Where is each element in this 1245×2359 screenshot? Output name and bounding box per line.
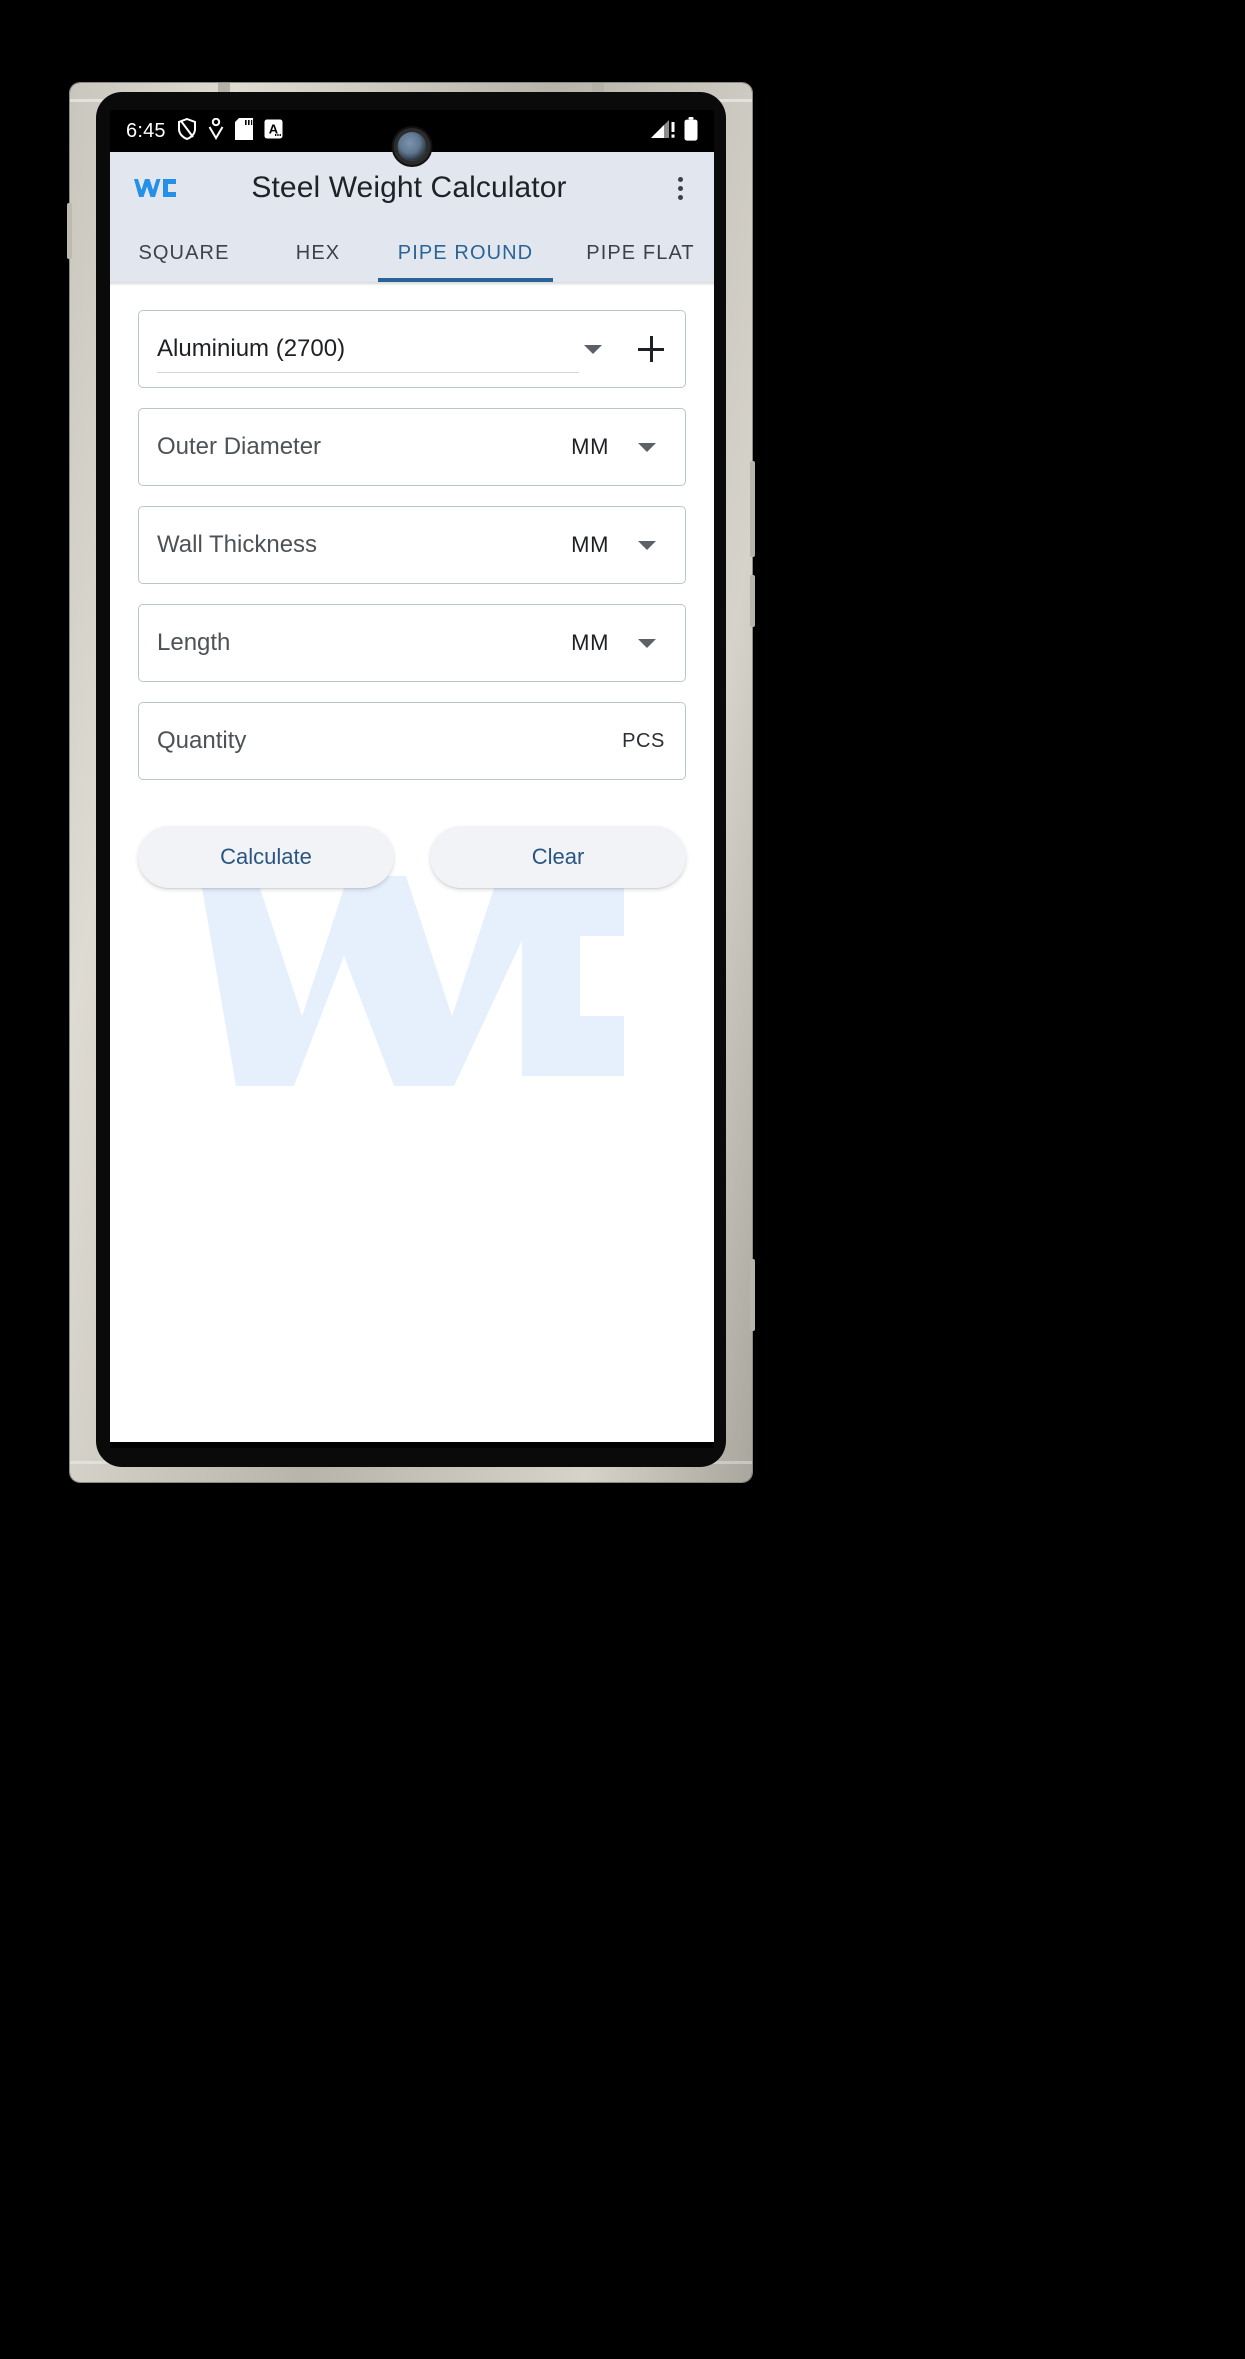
clear-button[interactable]: Clear (430, 826, 686, 888)
material-value: Aluminium (2700) (157, 335, 346, 362)
material-underline (157, 372, 579, 373)
volume-up-button[interactable] (750, 461, 755, 557)
status-bar-right (650, 110, 698, 152)
wall-thickness-input[interactable]: Wall Thickness (157, 533, 571, 557)
quantity-field[interactable]: Quantity PCS (138, 702, 686, 780)
a-badge-icon: A (264, 119, 283, 144)
front-camera-punch-hole (397, 132, 427, 161)
outer-diameter-unit: MM (571, 434, 609, 459)
length-field[interactable]: Length MM (138, 604, 686, 682)
add-material-button[interactable] (627, 325, 675, 373)
material-dropdown[interactable]: Aluminium (2700) (138, 310, 686, 388)
outer-diameter-unit-chevron-down-icon[interactable] (627, 442, 667, 452)
length-input[interactable]: Length (157, 631, 571, 655)
signal-warning-icon (650, 119, 676, 144)
status-bar: 6:45 A (110, 110, 714, 161)
battery-full-icon (684, 116, 698, 146)
page-title: Steel Weight Calculator (251, 171, 567, 204)
more-vertical-icon[interactable] (658, 166, 702, 210)
action-buttons: Calculate Clear (110, 800, 714, 888)
tab-square[interactable]: SQUARE (110, 224, 258, 282)
outer-diameter-input[interactable]: Outer Diameter (157, 435, 571, 459)
volume-down-button[interactable] (750, 575, 755, 627)
tab-pipe-round[interactable]: PIPE ROUND (378, 224, 553, 282)
tab-hex[interactable]: HEX (258, 224, 378, 282)
status-clock: 6:45 (126, 120, 166, 142)
wall-thickness-unit: MM (571, 532, 609, 557)
outer-diameter-field[interactable]: Outer Diameter MM (138, 408, 686, 486)
status-bar-left: 6:45 A (126, 117, 283, 145)
sd-card-icon (234, 117, 253, 145)
sim-tray (67, 203, 72, 259)
shield-icon (177, 117, 197, 145)
power-button[interactable] (750, 1259, 755, 1331)
phone-screen: 6:45 A Steel Weight Calculator SQUARE HE… (110, 110, 714, 1448)
wall-thickness-field[interactable]: Wall Thickness MM (138, 506, 686, 584)
screenshot-root: 6:45 A Steel Weight Calculator SQUARE HE… (0, 0, 1245, 2359)
tab-pipe-flat[interactable]: PIPE FLAT (553, 224, 714, 282)
calculator-form: Aluminium (2700) Outer Diameter MM Wall … (110, 286, 714, 780)
chevron-down-icon[interactable] (573, 344, 613, 354)
wall-thickness-unit-chevron-down-icon[interactable] (627, 540, 667, 550)
main-content: Aluminium (2700) Outer Diameter MM Wall … (110, 286, 714, 1442)
wc-logo-icon (132, 171, 178, 205)
system-navigation-bar (110, 1442, 714, 1448)
length-unit: MM (571, 630, 609, 655)
length-unit-chevron-down-icon[interactable] (627, 638, 667, 648)
calculate-button[interactable]: Calculate (138, 826, 394, 888)
heart-pulse-icon (208, 117, 224, 145)
app-bar: Steel Weight Calculator (110, 152, 714, 224)
tab-bar: SQUARE HEX PIPE ROUND PIPE FLAT (110, 224, 714, 282)
quantity-unit: PCS (622, 730, 665, 752)
quantity-input[interactable]: Quantity (157, 729, 622, 753)
